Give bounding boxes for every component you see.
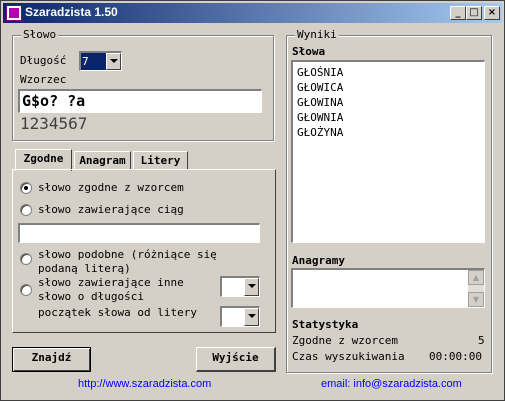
option-similar-line1: słowo podobne (różniące się xyxy=(38,248,217,261)
scroll-up-icon[interactable]: ▲ xyxy=(468,270,484,285)
app-icon xyxy=(6,5,22,21)
contains-string-input[interactable] xyxy=(18,223,260,243)
option-contains-word-line1: słowo zawierające inne xyxy=(38,276,184,289)
length-value: 7 xyxy=(82,55,89,68)
pattern-label: Wzorzec xyxy=(20,73,67,86)
list-item[interactable]: GŁOWINA xyxy=(297,96,343,109)
list-item[interactable]: GŁOWICA xyxy=(297,81,343,94)
words-list[interactable]: GŁOŚNIA GŁOWICA GŁOWINA GŁOWNIA GŁOŻYNA xyxy=(291,60,485,243)
list-item[interactable]: GŁOŻYNA xyxy=(297,126,343,139)
minimize-button[interactable]: _ xyxy=(450,6,466,20)
option-contains-string-label: słowo zawierające ciąg xyxy=(38,203,184,216)
exit-button[interactable]: Wyjście xyxy=(196,347,276,372)
length-label: Długość xyxy=(20,54,67,67)
length-select[interactable]: 7 xyxy=(79,51,122,71)
stat-time-label: Czas wyszukiwania xyxy=(292,350,405,363)
words-label: Słowa xyxy=(292,45,326,58)
option-similar-line2: podaną literą) xyxy=(38,262,131,275)
tab-litery[interactable]: Litery xyxy=(133,151,188,170)
anagrams-scrollbar[interactable]: ▲ ▼ xyxy=(468,270,484,307)
position-digits: 1234567 xyxy=(20,114,88,133)
word-length-select[interactable] xyxy=(220,276,260,297)
stat-match-label: Zgodne z wzorcem xyxy=(292,334,398,347)
tab-zgodne[interactable]: Zgodne xyxy=(15,149,72,171)
window-title: Szaradzista 1.50 xyxy=(25,5,118,19)
chevron-down-icon[interactable] xyxy=(244,278,259,296)
option-contains-word-line2: słowo o długości xyxy=(38,290,144,303)
start-letter-label: początek słowa od litery xyxy=(38,306,197,319)
title-bar[interactable]: Szaradzista 1.50 _ □ × xyxy=(3,3,502,23)
pattern-value: G$o? ?a xyxy=(22,92,86,110)
anagrams-label: Anagramy xyxy=(292,254,345,267)
chevron-down-icon[interactable] xyxy=(106,53,121,70)
wyniki-legend: Wyniki xyxy=(295,28,339,41)
option-pattern-match-label: słowo zgodne z wzorcem xyxy=(38,181,184,194)
chevron-down-icon[interactable] xyxy=(244,308,259,326)
email-link[interactable]: email: info@szaradzista.com xyxy=(321,378,462,390)
stat-time-value: 00:00:00 xyxy=(429,350,482,363)
close-button[interactable]: × xyxy=(484,6,500,20)
radio-contains-string[interactable] xyxy=(20,204,32,216)
website-link[interactable]: http://www.szaradzista.com xyxy=(78,378,211,390)
radio-pattern-match[interactable] xyxy=(20,182,32,194)
app-window: Szaradzista 1.50 _ □ × Słowo Długość 7 W… xyxy=(0,0,505,401)
slowo-legend: Słowo xyxy=(21,28,59,41)
stats-label: Statystyka xyxy=(292,318,359,331)
start-letter-select[interactable] xyxy=(220,306,260,327)
list-item[interactable]: GŁOŚNIA xyxy=(297,66,343,79)
pattern-input[interactable]: G$o? ?a xyxy=(18,89,262,113)
list-item[interactable]: GŁOWNIA xyxy=(297,111,343,124)
radio-contains-word[interactable] xyxy=(20,284,32,296)
tab-anagram[interactable]: Anagram xyxy=(74,151,131,170)
anagrams-list[interactable]: ▲ ▼ xyxy=(291,268,485,308)
radio-similar-word[interactable] xyxy=(20,253,32,265)
scroll-down-icon[interactable]: ▼ xyxy=(468,292,484,307)
find-button[interactable]: Znajdź xyxy=(12,347,91,372)
stat-match-value: 5 xyxy=(478,334,485,347)
maximize-button[interactable]: □ xyxy=(466,6,482,20)
